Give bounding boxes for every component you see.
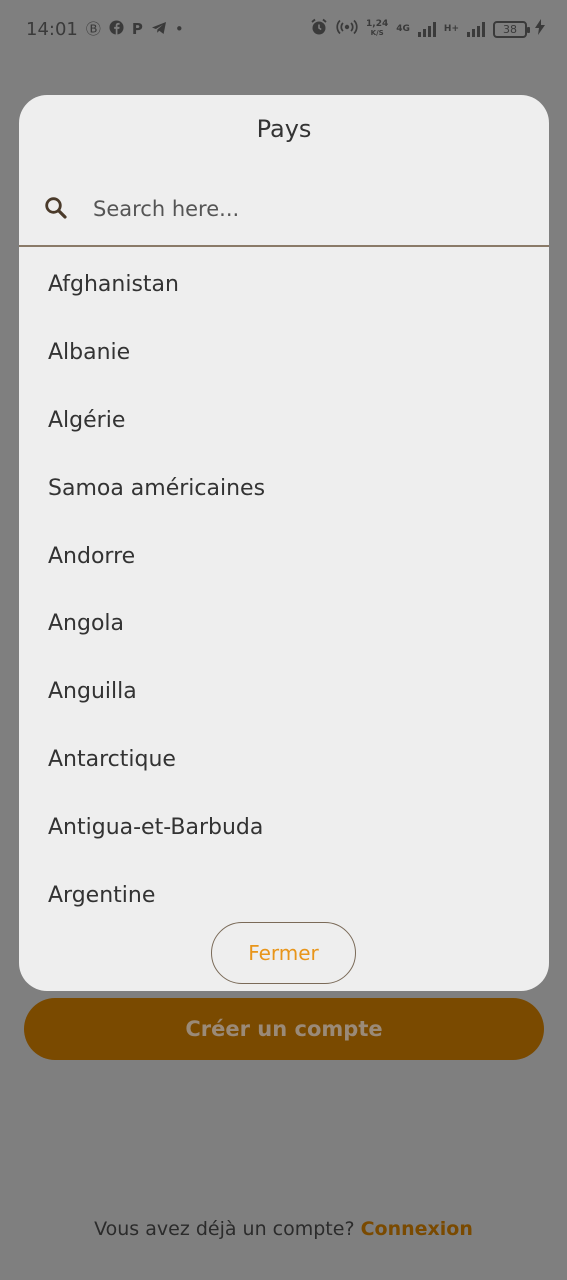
alarm-icon — [310, 18, 328, 40]
country-item[interactable]: Algérie — [19, 387, 549, 455]
telegram-icon — [151, 21, 167, 38]
search-input[interactable] — [93, 191, 523, 227]
network-type-1: 4G — [396, 23, 410, 34]
country-item[interactable]: Anguilla — [19, 658, 549, 726]
status-bar: 14:01 Ⓑ P • 1,24 K/S 4G H+ 38 — [0, 0, 567, 58]
battery-level: 38 — [503, 22, 517, 36]
dot-icon: • — [174, 19, 184, 38]
network-type-2: H+ — [443, 23, 459, 34]
login-prompt: Vous avez déjà un compte? — [94, 1218, 355, 1240]
dialog-title: Pays — [256, 115, 312, 143]
country-list: Afghanistan Albanie Algérie Samoa améric… — [19, 251, 549, 915]
net-speed: 1,24 K/S — [366, 20, 388, 38]
country-item[interactable]: Antarctique — [19, 726, 549, 794]
country-item[interactable]: Albanie — [19, 319, 549, 387]
search-bar — [19, 173, 549, 247]
create-account-button[interactable]: Créer un compte — [24, 998, 544, 1060]
country-picker-dialog: Pays Afghanistan Albanie Algérie Samoa a… — [19, 95, 549, 991]
country-item[interactable]: Samoa américaines — [19, 454, 549, 522]
hotspot-icon — [336, 18, 358, 40]
country-item[interactable]: Antigua-et-Barbuda — [19, 793, 549, 861]
status-time: 14:01 — [26, 18, 78, 40]
signal-icon-2 — [467, 21, 485, 37]
battery-icon: 38 — [493, 20, 530, 38]
b-circle-icon: Ⓑ — [85, 19, 101, 38]
search-icon — [45, 197, 67, 219]
charging-icon — [535, 19, 545, 39]
net-speed-value: 1,24 — [366, 19, 389, 29]
status-right: 1,24 K/S 4G H+ 38 — [310, 18, 545, 40]
country-item[interactable]: Argentine — [19, 861, 549, 915]
login-link[interactable]: Connexion — [361, 1218, 473, 1240]
net-speed-unit: K/S — [370, 29, 384, 37]
facebook-icon — [109, 20, 124, 38]
signal-icon-1 — [417, 21, 436, 37]
country-item[interactable]: Andorre — [19, 522, 549, 590]
country-item[interactable]: Afghanistan — [19, 251, 549, 319]
status-left: 14:01 Ⓑ P • — [26, 19, 184, 40]
login-row: Vous avez déjà un compte? Connexion — [0, 1218, 567, 1240]
country-item[interactable]: Angola — [19, 590, 549, 658]
close-button[interactable]: Fermer — [211, 922, 356, 984]
p-icon: P — [131, 19, 143, 38]
